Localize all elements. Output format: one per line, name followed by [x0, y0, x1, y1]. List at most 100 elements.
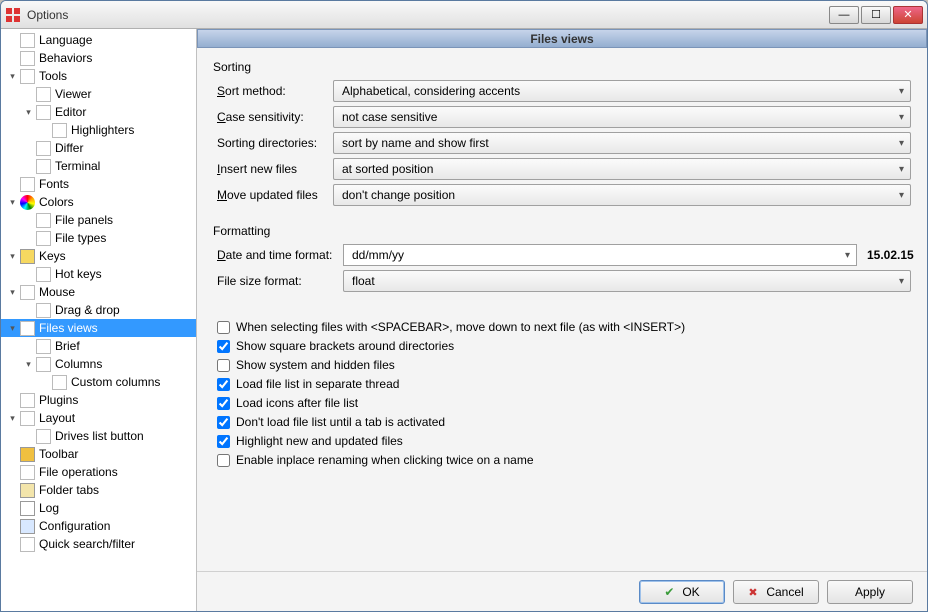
page-icon — [20, 51, 35, 66]
ok-button[interactable]: OK — [639, 580, 725, 604]
expander-icon[interactable]: ▾ — [7, 197, 18, 208]
tree-item-log[interactable]: Log — [1, 499, 196, 517]
expander-icon — [23, 89, 34, 100]
checkbox-2[interactable] — [217, 359, 230, 372]
checkbox-label: When selecting files with <SPACEBAR>, mo… — [236, 320, 685, 334]
sorting-directories-combo[interactable]: sort by name and show first — [333, 132, 911, 154]
minimize-button[interactable]: — — [829, 6, 859, 24]
tree-item-layout[interactable]: ▾Layout — [1, 409, 196, 427]
tree-item-colors[interactable]: ▾ Colors — [1, 193, 196, 211]
expander-icon[interactable]: ▾ — [7, 287, 18, 298]
checkbox-3[interactable] — [217, 378, 230, 391]
expander-icon — [7, 179, 18, 190]
checkbox-5[interactable] — [217, 416, 230, 429]
tree-item-keys[interactable]: ▾Keys — [1, 247, 196, 265]
tree-item-drives-list-button[interactable]: Drives list button — [1, 427, 196, 445]
expander-icon[interactable]: ▾ — [23, 107, 34, 118]
page-icon — [20, 393, 35, 408]
expander-icon[interactable]: ▾ — [7, 71, 18, 82]
tree-item-label: Differ — [55, 141, 196, 155]
tree-item-file-operations[interactable]: File operations — [1, 463, 196, 481]
tree-item-viewer[interactable]: Viewer — [1, 85, 196, 103]
cancel-button[interactable]: Cancel — [733, 580, 819, 604]
tree-item-custom-columns[interactable]: Custom columns — [1, 373, 196, 391]
tree-item-files-views[interactable]: ▾Files views — [1, 319, 196, 337]
tree-item-label: Configuration — [39, 519, 196, 533]
check-row: Show system and hidden files — [213, 358, 911, 372]
expander-icon — [7, 53, 18, 64]
tree-item-editor[interactable]: ▾Editor — [1, 103, 196, 121]
date-format-input[interactable]: dd/mm/yy — [343, 244, 857, 266]
checkbox-1[interactable] — [217, 340, 230, 353]
move-updated-files-combo[interactable]: don't change position — [333, 184, 911, 206]
nav-tree[interactable]: Language Behaviors ▾ToolsViewer▾Editor High… — [1, 29, 197, 611]
tree-item-configuration[interactable]: Configuration — [1, 517, 196, 535]
tree-item-file-panels[interactable]: File panels — [1, 211, 196, 229]
tree-item-label: Language — [39, 33, 196, 47]
tree-item-label: Highlighters — [71, 123, 196, 137]
page-icon — [36, 339, 51, 354]
tree-item-quick-search-filter[interactable]: Quick search/filter — [1, 535, 196, 553]
checkbox-4[interactable] — [217, 397, 230, 410]
tree-item-mouse[interactable]: ▾Mouse — [1, 283, 196, 301]
expander-icon[interactable]: ▾ — [7, 251, 18, 262]
tree-item-label: Colors — [39, 195, 196, 209]
page-icon — [20, 285, 35, 300]
tree-item-fonts[interactable]: Fonts — [1, 175, 196, 193]
page-icon — [36, 357, 51, 372]
expander-icon[interactable]: ▾ — [7, 323, 18, 334]
checkbox-6[interactable] — [217, 435, 230, 448]
expander-icon — [23, 161, 34, 172]
expander-icon — [23, 215, 34, 226]
tree-item-brief[interactable]: Brief — [1, 337, 196, 355]
tree-item-plugins[interactable]: Plugins — [1, 391, 196, 409]
tree-item-language[interactable]: Language — [1, 31, 196, 49]
key-icon — [20, 249, 35, 264]
page-icon — [36, 303, 51, 318]
case-sensitivity-combo[interactable]: not case sensitive — [333, 106, 911, 128]
page-icon — [20, 69, 35, 84]
file-size-format-combo[interactable]: float — [343, 270, 911, 292]
expander-icon[interactable]: ▾ — [7, 413, 18, 424]
tree-item-file-types[interactable]: File types — [1, 229, 196, 247]
tree-item-differ[interactable]: Differ — [1, 139, 196, 157]
tree-item-drag-drop[interactable]: Drag & drop — [1, 301, 196, 319]
sort-method-label: Sort method: — [213, 84, 333, 98]
tree-item-label: Log — [39, 501, 196, 515]
checkbox-0[interactable] — [217, 321, 230, 334]
tree-item-terminal[interactable]: Terminal — [1, 157, 196, 175]
tree-item-folder-tabs[interactable]: Folder tabs — [1, 481, 196, 499]
page-icon — [36, 231, 51, 246]
tree-item-tools[interactable]: ▾Tools — [1, 67, 196, 85]
insert-new-files-combo[interactable]: at sorted position — [333, 158, 911, 180]
page-icon — [20, 321, 35, 336]
expander-icon — [7, 467, 18, 478]
page-icon — [36, 429, 51, 444]
check-row: Show square brackets around directories — [213, 339, 911, 353]
tree-item-label: Hot keys — [55, 267, 196, 281]
tree-item-label: Quick search/filter — [39, 537, 196, 551]
tree-item-toolbar[interactable]: Toolbar — [1, 445, 196, 463]
tree-item-behaviors[interactable]: Behaviors — [1, 49, 196, 67]
tree-item-label: Plugins — [39, 393, 196, 407]
tree-item-hot-keys[interactable]: Hot keys — [1, 265, 196, 283]
formatting-group-label: Formatting — [213, 224, 911, 238]
checkbox-label: Don't load file list until a tab is acti… — [236, 415, 445, 429]
sort-method-combo[interactable]: Alphabetical, considering accents — [333, 80, 911, 102]
page-icon — [20, 33, 35, 48]
page-icon — [20, 537, 35, 552]
colorball-icon — [20, 195, 35, 210]
checkbox-label: Load icons after file list — [236, 396, 358, 410]
apply-button[interactable]: Apply — [827, 580, 913, 604]
tree-item-columns[interactable]: ▾Columns — [1, 355, 196, 373]
maximize-button[interactable]: ☐ — [861, 6, 891, 24]
tree-item-label: File panels — [55, 213, 196, 227]
check-row: Load icons after file list — [213, 396, 911, 410]
tree-item-label: Behaviors — [39, 51, 196, 65]
checkbox-7[interactable] — [217, 454, 230, 467]
check-row: Highlight new and updated files — [213, 434, 911, 448]
expander-icon[interactable]: ▾ — [23, 359, 34, 370]
close-button[interactable]: ✕ — [893, 6, 923, 24]
sorting-group-label: Sorting — [213, 60, 911, 74]
tree-item-highlighters[interactable]: Highlighters — [1, 121, 196, 139]
